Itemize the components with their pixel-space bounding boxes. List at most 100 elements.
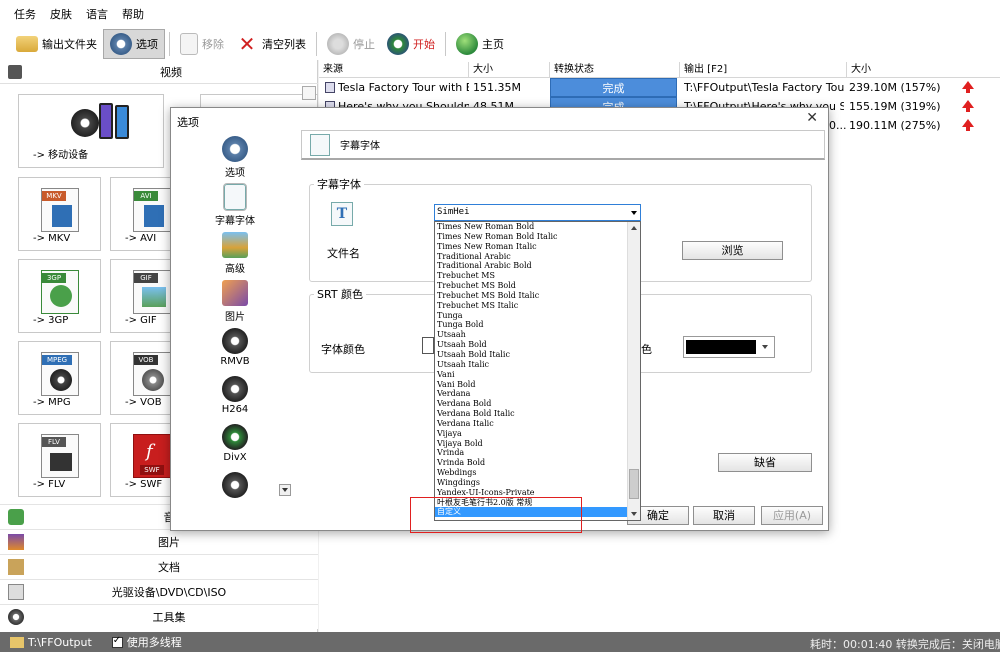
font-option[interactable]: Tunga	[435, 311, 628, 321]
font-option[interactable]: Utsaah Bold	[435, 340, 628, 350]
sidebar-item-label: 选项	[225, 168, 245, 179]
font-option[interactable]: Times New Roman Bold Italic	[435, 232, 628, 242]
font-option[interactable]: Vijaya	[435, 429, 628, 439]
srt-color-group-label: SRT 颜色	[317, 288, 364, 301]
default-button[interactable]: 缺省	[718, 453, 812, 472]
font-option[interactable]: Tunga Bold	[435, 320, 628, 330]
output-folder-label: 输出文件夹	[42, 38, 97, 51]
font-option[interactable]: Times New Roman Italic	[435, 242, 628, 252]
font-option[interactable]: Trebuchet MS	[435, 271, 628, 281]
clear-list-button[interactable]: ✕ 清空列表	[230, 29, 312, 59]
font-option[interactable]: Traditional Arabic	[435, 252, 628, 262]
category-document[interactable]: 文档	[0, 554, 318, 579]
font-option[interactable]: Verdana Bold Italic	[435, 409, 628, 419]
table-header: 来源 大小 转换状态 输出 [F2] 大小	[319, 62, 1000, 78]
toolbar-divider	[316, 32, 317, 56]
dropdown-scrollbar[interactable]	[627, 222, 640, 520]
sidebar-scroll-down-button[interactable]	[279, 484, 291, 496]
font-option[interactable]: Vrinda	[435, 448, 628, 458]
border-color-label: 色	[641, 343, 652, 356]
font-option[interactable]: Webdings	[435, 468, 628, 478]
sidebar-item-label: 图片	[225, 312, 245, 323]
stop-button[interactable]: 停止	[321, 29, 381, 59]
format-card-3gp[interactable]: 3GP -> 3GP	[18, 259, 101, 333]
mkv-label: -> MKV	[33, 233, 71, 244]
menu-task[interactable]: 任务	[14, 6, 36, 22]
menu-skin[interactable]: 皮肤	[50, 6, 72, 22]
scroll-up-icon[interactable]	[631, 226, 637, 230]
mpeg-file-icon: MPEG	[41, 352, 79, 396]
sidebar-item-label: H264	[221, 404, 249, 415]
sidebar-item-subtitle-font[interactable]: 字幕字体	[172, 183, 298, 227]
font-option[interactable]: Vijaya Bold	[435, 439, 628, 449]
remove-button[interactable]: 移除	[174, 29, 230, 59]
table-scroll-up[interactable]	[302, 86, 316, 100]
font-option[interactable]: Vrinda Bold	[435, 458, 628, 468]
options-button[interactable]: 选项	[103, 29, 165, 59]
font-option[interactable]: Times New Roman Bold	[435, 222, 628, 232]
category-tools[interactable]: 工具集	[0, 604, 318, 629]
browse-button[interactable]: 浏览	[682, 241, 783, 260]
font-option[interactable]: Trebuchet MS Bold	[435, 281, 628, 291]
close-icon[interactable]: ✕	[806, 110, 818, 126]
globe-icon	[456, 33, 478, 55]
font-option[interactable]: Utsaah Italic	[435, 360, 628, 370]
sidebar-item-advanced[interactable]: 高级	[172, 232, 298, 275]
row-size: 151.35M	[473, 81, 521, 94]
sidebar-item-rmvb[interactable]: RMVB	[172, 328, 298, 367]
swf-file-icon: SWF f	[133, 434, 171, 478]
menu-help[interactable]: 帮助	[122, 6, 144, 22]
apply-button[interactable]: 应用(A)	[761, 506, 823, 525]
folder-icon	[10, 636, 24, 648]
remove-doc-icon	[180, 33, 198, 55]
font-option[interactable]: Wingdings	[435, 478, 628, 488]
font-option[interactable]: Utsaah	[435, 330, 628, 340]
font-dropdown-list: Times New Roman Bold Times New Roman Bold…	[434, 221, 641, 521]
scroll-down-icon[interactable]	[631, 512, 637, 516]
sidebar-item-picture[interactable]: 图片	[172, 280, 298, 323]
sidebar-item-h264[interactable]: H264	[172, 376, 298, 415]
category-picture[interactable]: 图片	[0, 529, 318, 554]
reel-icon	[222, 472, 248, 498]
col-status[interactable]: 转换状态	[550, 62, 680, 78]
cancel-button[interactable]: 取消	[693, 506, 755, 525]
scroll-thumb[interactable]	[629, 469, 639, 499]
output-folder-button[interactable]: 输出文件夹	[10, 29, 103, 59]
home-button[interactable]: 主页	[450, 29, 510, 59]
menu-language[interactable]: 语言	[86, 6, 108, 22]
font-option[interactable]: Utsaah Bold Italic	[435, 350, 628, 360]
col-source[interactable]: 来源	[319, 62, 469, 78]
font-option[interactable]: Trebuchet MS Bold Italic	[435, 291, 628, 301]
font-option[interactable]: Verdana Bold	[435, 399, 628, 409]
font-option[interactable]: Verdana	[435, 389, 628, 399]
col-size[interactable]: 大小	[469, 62, 550, 78]
font-select[interactable]: SimHei	[434, 204, 641, 221]
col-output-size[interactable]: 大小	[847, 62, 1000, 78]
col-output[interactable]: 输出 [F2]	[680, 62, 847, 78]
subtitle-font-group-label: 字幕字体	[317, 178, 361, 191]
multithread-checkbox[interactable]	[111, 635, 123, 648]
category-video[interactable]: 视频	[0, 60, 318, 84]
start-button[interactable]: 开始	[381, 29, 441, 59]
format-card-mkv[interactable]: MKV -> MKV	[18, 177, 101, 251]
row-output: T:\FFOutput\Tesla Factory Tour ...	[684, 81, 844, 94]
font-option[interactable]: Traditional Arabic Bold	[435, 261, 628, 271]
table-row[interactable]: Tesla Factory Tour with El... 151.35M 完成…	[319, 78, 1000, 97]
border-color-picker[interactable]	[683, 336, 775, 358]
category-optical-drive[interactable]: 光驱设备\DVD\CD\ISO	[0, 579, 318, 604]
font-option[interactable]: Vani Bold	[435, 380, 628, 390]
gear-icon	[110, 33, 132, 55]
font-option[interactable]: Vani	[435, 370, 628, 380]
font-color-swatch[interactable]	[422, 337, 434, 354]
optical-drive-category-label: 光驱设备\DVD\CD\ISO	[111, 586, 227, 599]
format-card-mobile[interactable]: -> 移动设备	[18, 94, 164, 168]
chevron-down-icon	[762, 345, 768, 349]
font-option[interactable]: Verdana Italic	[435, 419, 628, 429]
font-option[interactable]: Trebuchet MS Italic	[435, 301, 628, 311]
format-card-flv[interactable]: FLV -> FLV	[18, 423, 101, 497]
mpg-label: -> MPG	[33, 397, 71, 408]
sidebar-item-divx[interactable]: DivX	[172, 424, 298, 463]
3gp-label: -> 3GP	[33, 315, 69, 326]
sidebar-item-options[interactable]: 选项	[172, 136, 298, 179]
format-card-mpg[interactable]: MPEG -> MPG	[18, 341, 101, 415]
